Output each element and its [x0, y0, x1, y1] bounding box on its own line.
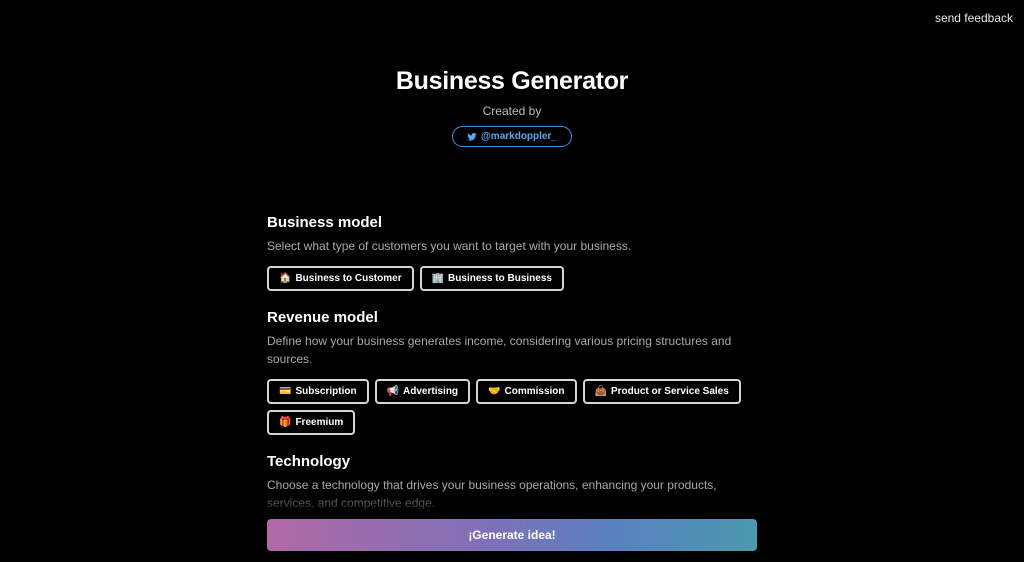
revenue-model-description: Define how your business generates incom… — [267, 334, 732, 366]
option-business-to-customer[interactable]: 🏠 Business to Customer — [267, 266, 414, 291]
header: Business Generator Created by @markdoppl… — [0, 66, 1024, 147]
generate-idea-button[interactable]: ¡Generate idea! — [267, 519, 757, 551]
created-by-label: Created by — [482, 104, 542, 118]
business-model-description: Select what type of customers you want t… — [267, 239, 632, 253]
twitter-handle-label: @markdoppler_ — [481, 131, 557, 142]
option-label: Business to Business — [448, 273, 552, 284]
option-subscription[interactable]: 💳 Subscription — [267, 379, 369, 404]
option-label: Commission — [504, 386, 565, 397]
house-icon: 🏠 — [279, 273, 292, 284]
send-feedback-link[interactable]: send feedback — [935, 11, 1013, 25]
option-label: Advertising — [403, 386, 459, 397]
gift-icon: 🎁 — [279, 417, 292, 428]
option-business-to-business[interactable]: 🏢 Business to Business — [419, 266, 564, 291]
page-title: Business Generator — [395, 67, 629, 95]
option-advertising[interactable]: 📢 Advertising — [374, 379, 471, 404]
twitter-bird-icon — [467, 132, 477, 141]
revenue-model-title: Revenue model — [267, 309, 378, 326]
handshake-icon: 🤝 — [488, 386, 501, 397]
option-commission[interactable]: 🤝 Commission — [476, 379, 577, 404]
megaphone-icon: 📢 — [386, 386, 400, 397]
technology-title: Technology — [267, 453, 351, 470]
technology-description: Choose a technology that drives your bus… — [267, 478, 717, 510]
twitter-handle-button[interactable]: @markdoppler_ — [452, 126, 572, 147]
office-building-icon: 🏢 — [431, 273, 445, 284]
business-model-section: Business model Select what type of custo… — [267, 214, 757, 291]
handbag-icon: 👜 — [594, 386, 607, 397]
option-label: Product or Service Sales — [610, 386, 729, 397]
credit-card-icon: 💳 — [279, 386, 292, 397]
page: send feedback Business Generator Created… — [0, 0, 1024, 562]
business-model-title: Business model — [267, 214, 383, 231]
option-label: Freemium — [295, 417, 344, 428]
option-label: Subscription — [295, 386, 357, 397]
option-freemium[interactable]: 🎁 Freemium — [267, 410, 356, 435]
option-label: Business to Customer — [295, 273, 402, 284]
option-product-or-service-sales[interactable]: 👜 Product or Service Sales — [582, 379, 741, 404]
business-model-options: 🏠 Business to Customer 🏢 Business to Bus… — [267, 266, 757, 291]
form-content: Business model Select what type of custo… — [267, 214, 757, 562]
revenue-model-section: Revenue model Define how your business g… — [267, 309, 757, 435]
revenue-model-options: 💳 Subscription 📢 Advertising 🤝 Commissio… — [267, 379, 757, 435]
